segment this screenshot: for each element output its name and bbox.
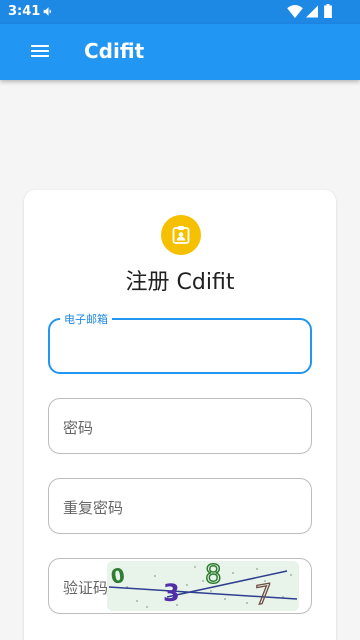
menu-icon[interactable]	[28, 42, 52, 62]
password-placeholder: 密码	[63, 419, 94, 437]
captcha-char: 8	[205, 561, 222, 590]
contact-badge-icon	[161, 215, 201, 255]
signal-icon	[306, 5, 318, 18]
captcha-image[interactable]: 0 3 8 7	[107, 561, 299, 611]
captcha-placeholder: 验证码	[63, 579, 109, 597]
repeat-password-placeholder: 重复密码	[63, 499, 124, 517]
volume-icon	[43, 7, 51, 16]
register-card: 注册 Cdifit 电子邮箱 密码 重复密码 验证码 0 3 8 7	[24, 190, 336, 640]
wifi-icon	[287, 5, 303, 18]
battery-icon	[324, 4, 332, 18]
app-bar: Cdifit	[0, 24, 360, 80]
app-title: Cdifit	[84, 39, 145, 63]
page-title: 注册 Cdifit	[125, 270, 235, 295]
repeat-password-field[interactable]: 重复密码	[48, 478, 312, 534]
email-field[interactable]: 电子邮箱	[48, 311, 312, 374]
email-input[interactable]	[50, 320, 310, 372]
status-time: 3:41	[8, 4, 41, 19]
captcha-char: 3	[163, 579, 180, 607]
status-bar: 3:41	[0, 0, 360, 24]
password-field[interactable]: 密码	[48, 398, 312, 454]
captcha-field[interactable]: 验证码 0 3 8 7	[48, 558, 312, 614]
